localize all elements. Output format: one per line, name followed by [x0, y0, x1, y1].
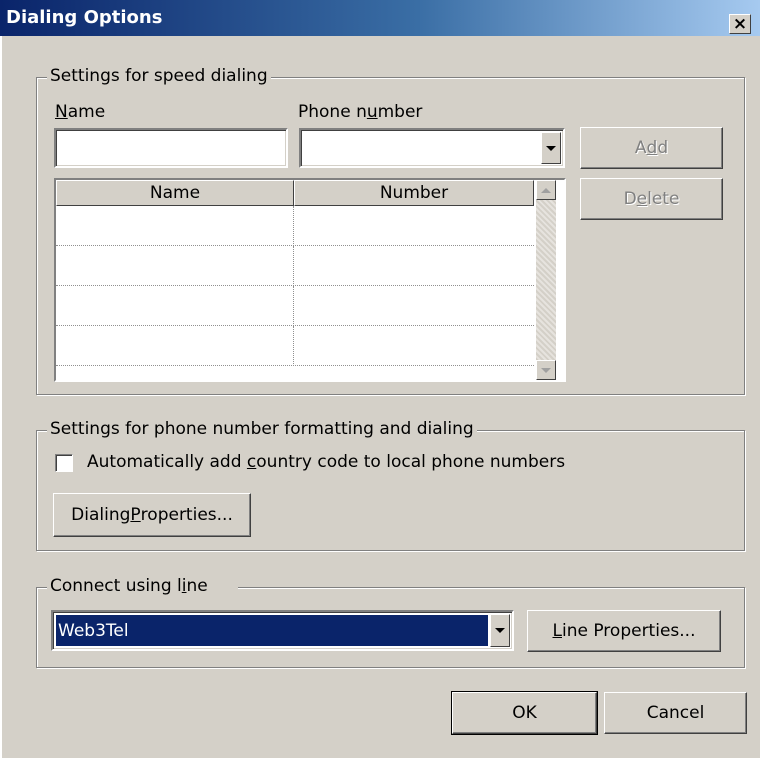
table-cell-name — [56, 206, 294, 246]
column-header-name[interactable]: Name — [56, 180, 294, 206]
connect-line-legend: Connect using line — [47, 576, 238, 596]
arrow-down-icon — [541, 367, 551, 373]
formatting-legend: Settings for phone number formatting and… — [47, 419, 477, 439]
scroll-up-button[interactable] — [536, 180, 556, 200]
country-code-label[interactable]: Automatically add country code to local … — [87, 452, 565, 472]
table-cell-number — [294, 286, 534, 326]
phone-number-combobox[interactable] — [299, 128, 565, 168]
table-cell-number — [294, 326, 534, 366]
speed-dialing-legend: Settings for speed dialing — [47, 66, 271, 86]
line-combobox[interactable]: Web3Tel — [51, 610, 514, 651]
name-input[interactable] — [54, 128, 288, 168]
table-row[interactable] — [56, 246, 534, 286]
line-properties-button[interactable]: Line Properties... — [527, 610, 721, 652]
vertical-scrollbar[interactable] — [536, 180, 556, 380]
window-left-edge — [0, 36, 2, 758]
ok-button[interactable]: OK — [451, 691, 598, 735]
scroll-down-button[interactable] — [536, 360, 556, 380]
phone-number-label: Phone number — [298, 102, 423, 122]
delete-button[interactable]: De lete — [580, 178, 723, 220]
table-cell-number — [294, 246, 534, 286]
window-title: Dialing Options — [6, 7, 163, 28]
cancel-button[interactable]: Cancel — [604, 692, 747, 734]
column-header-number[interactable]: Number — [294, 180, 534, 206]
dialing-properties-button[interactable]: Dialing Properties... — [53, 493, 251, 537]
title-bar: Dialing Options × — [0, 0, 760, 36]
table-cell-number — [294, 206, 534, 246]
chevron-down-icon — [546, 145, 556, 151]
close-button[interactable]: × — [729, 14, 751, 34]
add-button[interactable]: Add — [580, 127, 723, 169]
chevron-down-icon — [495, 628, 505, 633]
line-selected-value: Web3Tel — [56, 615, 488, 646]
line-dropdown-button[interactable] — [490, 614, 510, 647]
country-code-checkbox[interactable] — [55, 454, 73, 472]
speed-dial-list[interactable]: Name Number — [54, 178, 566, 382]
arrow-up-icon — [541, 187, 551, 193]
table-cell-name — [56, 286, 294, 326]
table-row[interactable] — [56, 286, 534, 326]
close-icon: × — [732, 13, 748, 34]
table-row[interactable] — [56, 326, 534, 366]
phone-number-dropdown-button[interactable] — [541, 132, 561, 164]
table-cell-name — [56, 326, 294, 366]
table-row[interactable] — [56, 206, 534, 246]
name-label: Name — [55, 102, 106, 122]
table-cell-name — [56, 246, 294, 286]
